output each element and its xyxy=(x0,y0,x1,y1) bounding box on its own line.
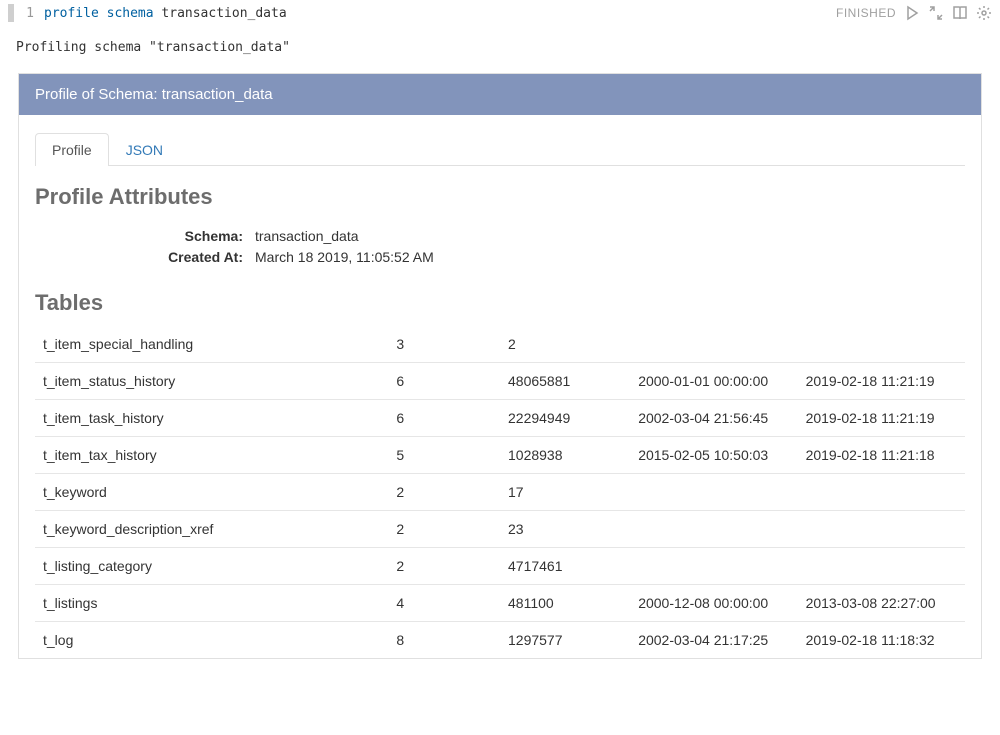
table-cell: 2002-03-04 21:17:25 xyxy=(630,622,797,659)
result-panel: Profile of Schema: transaction_data Prof… xyxy=(18,73,982,659)
table-cell xyxy=(798,332,965,363)
table-row: t_item_special_handling32 xyxy=(35,332,965,363)
tab-bar: Profile JSON xyxy=(35,133,965,166)
table-cell: 4 xyxy=(388,585,500,622)
attr-created-value: March 18 2019, 11:05:52 AM xyxy=(255,247,434,268)
code-content[interactable]: profile schema transaction_data xyxy=(44,6,836,21)
table-cell: t_item_special_handling xyxy=(35,332,388,363)
table-cell: t_listings xyxy=(35,585,388,622)
table-cell: 2019-02-18 11:18:32 xyxy=(798,622,965,659)
table-cell: t_item_task_history xyxy=(35,400,388,437)
attr-schema-label: Schema: xyxy=(135,226,255,247)
table-cell: 5 xyxy=(388,437,500,474)
keyword-profile: profile xyxy=(44,6,99,21)
table-cell: 17 xyxy=(500,474,630,511)
table-cell xyxy=(798,548,965,585)
table-cell: 2000-12-08 00:00:00 xyxy=(630,585,797,622)
status-badge: FINISHED xyxy=(836,6,896,20)
table-cell: 23 xyxy=(500,511,630,548)
attr-schema-value: transaction_data xyxy=(255,226,359,247)
collapse-icon[interactable] xyxy=(928,5,944,21)
output-message: Profiling schema "transaction_data" xyxy=(0,26,1000,73)
table-cell: t_item_tax_history xyxy=(35,437,388,474)
editor-gutter xyxy=(8,4,14,22)
table-cell: 1297577 xyxy=(500,622,630,659)
table-cell: 3 xyxy=(388,332,500,363)
panel-body: Profile JSON Profile Attributes Schema: … xyxy=(19,115,981,658)
book-icon[interactable] xyxy=(952,5,968,21)
table-row: t_listings44811002000-12-08 00:00:002013… xyxy=(35,585,965,622)
table-cell: 6 xyxy=(388,400,500,437)
table-cell: t_item_status_history xyxy=(35,363,388,400)
table-cell: t_log xyxy=(35,622,388,659)
attribute-list: Schema: transaction_data Created At: Mar… xyxy=(135,226,965,268)
code-editor-line[interactable]: 1 profile schema transaction_data FINISH… xyxy=(0,0,1000,26)
table-cell: 2 xyxy=(388,511,500,548)
table-cell: 2019-02-18 11:21:19 xyxy=(798,400,965,437)
table-cell: 6 xyxy=(388,363,500,400)
run-icon[interactable] xyxy=(904,5,920,21)
table-cell: t_keyword_description_xref xyxy=(35,511,388,548)
table-cell xyxy=(798,474,965,511)
gear-icon[interactable] xyxy=(976,5,992,21)
table-cell: 2 xyxy=(388,474,500,511)
table-cell: 1028938 xyxy=(500,437,630,474)
attr-created-label: Created At: xyxy=(135,247,255,268)
paragraph-toolbar: FINISHED xyxy=(836,5,992,21)
table-row: t_item_status_history6480658812000-01-01… xyxy=(35,363,965,400)
table-row: t_keyword217 xyxy=(35,474,965,511)
table-cell: 2019-02-18 11:21:18 xyxy=(798,437,965,474)
table-cell: t_listing_category xyxy=(35,548,388,585)
table-cell: 2015-02-05 10:50:03 xyxy=(630,437,797,474)
table-cell: 2 xyxy=(500,332,630,363)
table-cell: 4717461 xyxy=(500,548,630,585)
table-row: t_item_tax_history510289382015-02-05 10:… xyxy=(35,437,965,474)
panel-title: Profile of Schema: transaction_data xyxy=(19,74,981,115)
tab-profile[interactable]: Profile xyxy=(35,133,109,166)
table-cell: 2000-01-01 00:00:00 xyxy=(630,363,797,400)
tab-json[interactable]: JSON xyxy=(109,133,180,166)
tables-list: t_item_special_handling32t_item_status_h… xyxy=(35,332,965,658)
table-cell: 8 xyxy=(388,622,500,659)
table-row: t_listing_category24717461 xyxy=(35,548,965,585)
table-cell: 22294949 xyxy=(500,400,630,437)
table-cell: 2019-02-18 11:21:19 xyxy=(798,363,965,400)
table-cell xyxy=(630,511,797,548)
keyword-schema: schema xyxy=(107,6,154,21)
table-cell: 2 xyxy=(388,548,500,585)
table-row: t_keyword_description_xref223 xyxy=(35,511,965,548)
table-cell xyxy=(630,548,797,585)
table-cell xyxy=(630,332,797,363)
table-cell xyxy=(798,511,965,548)
attr-created-row: Created At: March 18 2019, 11:05:52 AM xyxy=(135,247,965,268)
section-tables: Tables xyxy=(35,290,965,316)
attr-schema-row: Schema: transaction_data xyxy=(135,226,965,247)
table-cell: 2002-03-04 21:56:45 xyxy=(630,400,797,437)
table-cell: 2013-03-08 22:27:00 xyxy=(798,585,965,622)
table-row: t_log812975772002-03-04 21:17:252019-02-… xyxy=(35,622,965,659)
table-cell xyxy=(630,474,797,511)
table-cell: 48065881 xyxy=(500,363,630,400)
section-profile-attributes: Profile Attributes xyxy=(35,184,965,210)
code-identifier: transaction_data xyxy=(161,6,286,21)
line-number: 1 xyxy=(22,6,34,21)
table-row: t_item_task_history6222949492002-03-04 2… xyxy=(35,400,965,437)
table-cell: 481100 xyxy=(500,585,630,622)
table-cell: t_keyword xyxy=(35,474,388,511)
